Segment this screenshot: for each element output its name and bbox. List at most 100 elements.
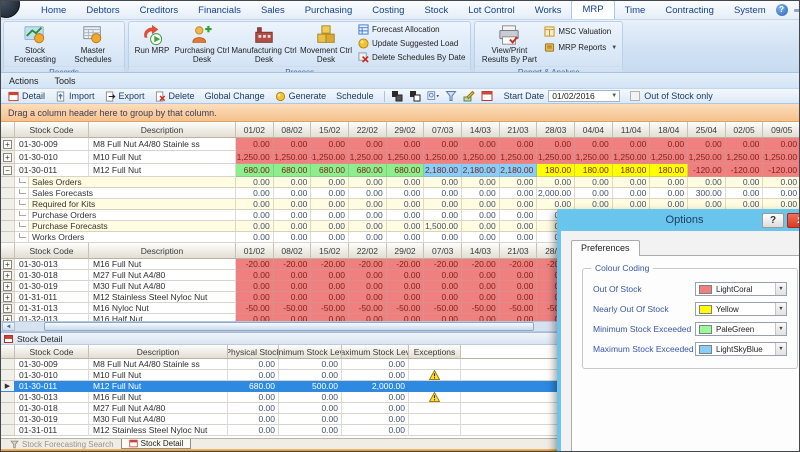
- value-cell[interactable]: 180.00: [575, 164, 613, 177]
- stock-detail-column-header[interactable]: Maximum Stock Level: [342, 345, 409, 359]
- description-cell[interactable]: M10 Full Nut: [89, 151, 236, 164]
- maximum-stock-cell[interactable]: 0.00: [342, 403, 409, 414]
- stock-code-cell[interactable]: 01-30-011: [15, 164, 89, 177]
- value-cell[interactable]: 0.00: [424, 270, 462, 281]
- child-value-cell[interactable]: 0.00: [462, 177, 500, 188]
- child-row-label[interactable]: Required for Kits: [29, 199, 236, 210]
- expand-icon[interactable]: +: [3, 153, 12, 162]
- ribbon-tab-costing[interactable]: Costing: [362, 2, 414, 19]
- value-cell[interactable]: 0.00: [236, 270, 274, 281]
- value-cell[interactable]: 0.00: [349, 138, 387, 151]
- date-column-header[interactable]: 29/02: [387, 243, 425, 259]
- schedule-button[interactable]: Schedule: [333, 91, 381, 101]
- expand-icon[interactable]: +: [3, 293, 12, 302]
- value-cell[interactable]: 0.00: [311, 292, 349, 303]
- value-cell[interactable]: 0.00: [500, 270, 538, 281]
- manufacturing-ctrl-desk-button[interactable]: Manufacturing Ctrl Desk: [231, 23, 297, 65]
- view-print-results-button[interactable]: View/Print Results By Part: [477, 23, 541, 65]
- description-cell[interactable]: M30 Full Nut A4/80: [89, 281, 236, 292]
- chevron-down-icon[interactable]: ▼: [775, 323, 786, 335]
- value-cell[interactable]: 0.00: [424, 292, 462, 303]
- grid-row[interactable]: +01-30-009M8 Full Nut A4/80 Stainle ss0.…: [1, 138, 800, 151]
- ribbon-tab-debtors[interactable]: Debtors: [76, 2, 129, 19]
- stock-code-cell[interactable]: 01-30-019: [15, 281, 89, 292]
- child-value-cell[interactable]: 0.00: [236, 210, 274, 221]
- row-indicator-gutter[interactable]: [1, 359, 15, 370]
- ribbon-tab-time[interactable]: Time: [615, 2, 656, 19]
- child-value-cell[interactable]: 0.00: [500, 210, 538, 221]
- date-column-header[interactable]: 15/02: [311, 243, 349, 259]
- child-value-cell[interactable]: 0.00: [349, 199, 387, 210]
- value-cell[interactable]: -20.00: [349, 259, 387, 270]
- options-dialog-titlebar[interactable]: Options ? x: [557, 209, 800, 231]
- value-cell[interactable]: 0.00: [387, 292, 425, 303]
- colour-combo[interactable]: LightCoral▼: [695, 282, 787, 296]
- value-cell[interactable]: -1,250.00: [349, 151, 387, 164]
- out-of-stock-only-checkbox[interactable]: [630, 91, 640, 101]
- value-cell[interactable]: 0.00: [462, 292, 500, 303]
- row-expand-gutter[interactable]: +: [1, 151, 15, 164]
- value-cell[interactable]: -1,250.00: [650, 151, 688, 164]
- export-button[interactable]: Export: [102, 91, 152, 102]
- row-expand-gutter[interactable]: +: [1, 259, 15, 270]
- stock-detail-column-header[interactable]: Description: [89, 345, 228, 359]
- date-column-header[interactable]: 08/02: [274, 122, 312, 138]
- description-cell[interactable]: M12 Stainless Steel Nyloc Nut: [89, 425, 228, 436]
- expand-icon[interactable]: +: [3, 271, 12, 280]
- value-cell[interactable]: 0.00: [236, 138, 274, 151]
- value-cell[interactable]: -50.00: [349, 303, 387, 314]
- value-cell[interactable]: 0.00: [726, 138, 764, 151]
- child-value-cell[interactable]: 0.00: [462, 210, 500, 221]
- chevron-down-icon[interactable]: ▼: [775, 303, 786, 315]
- child-value-cell[interactable]: 0.00: [349, 188, 387, 199]
- date-column-header[interactable]: 02/05: [726, 122, 764, 138]
- child-value-cell[interactable]: 0.00: [462, 232, 500, 243]
- child-value-cell[interactable]: 2,000.00: [537, 188, 575, 199]
- child-value-cell[interactable]: 0.00: [650, 177, 688, 188]
- description-cell[interactable]: M12 Full Nut: [89, 381, 228, 392]
- child-value-cell[interactable]: 0.00: [575, 177, 613, 188]
- stock-forecasting-button[interactable]: Stock Forecasting: [6, 23, 64, 65]
- value-cell[interactable]: -50.00: [236, 303, 274, 314]
- movement-ctrl-desk-button[interactable]: Movement Ctrl Desk: [297, 23, 355, 65]
- stock-detail-column-header[interactable]: Minimum Stock Level: [279, 345, 342, 359]
- exceptions-cell[interactable]: [409, 414, 461, 425]
- tab-preferences[interactable]: Preferences: [571, 240, 640, 256]
- child-value-cell[interactable]: 0.00: [349, 232, 387, 243]
- child-value-cell[interactable]: 0.00: [763, 188, 800, 199]
- child-value-cell[interactable]: 0.00: [387, 177, 425, 188]
- row-indicator-gutter[interactable]: [1, 403, 15, 414]
- ribbon-tab-sales[interactable]: Sales: [251, 2, 295, 19]
- value-cell[interactable]: -50.00: [387, 303, 425, 314]
- colour-combo[interactable]: PaleGreen▼: [695, 322, 787, 336]
- menu-actions[interactable]: Actions: [1, 76, 47, 86]
- detail-button[interactable]: Detail: [5, 91, 52, 102]
- child-value-cell[interactable]: 0.00: [726, 177, 764, 188]
- generate-button[interactable]: Generate: [272, 91, 334, 102]
- ribbon-tab-home[interactable]: Home: [31, 2, 76, 19]
- stock-code-cell[interactable]: 01-30-010: [15, 370, 89, 381]
- value-cell[interactable]: -20.00: [274, 259, 312, 270]
- maximum-stock-cell[interactable]: 0.00: [342, 414, 409, 425]
- start-date-combo[interactable]: 01/02/2016 ▼: [548, 90, 620, 102]
- value-cell[interactable]: -1,250.00: [726, 151, 764, 164]
- date-column-header[interactable]: 07/03: [424, 243, 462, 259]
- expand-icon[interactable]: +: [3, 140, 12, 149]
- value-cell[interactable]: 0.00: [349, 270, 387, 281]
- description-cell[interactable]: M8 Full Nut A4/80 Stainle ss: [89, 138, 236, 151]
- value-cell[interactable]: 0.00: [311, 281, 349, 292]
- maximum-stock-cell[interactable]: 0.00: [342, 392, 409, 403]
- value-cell[interactable]: 0.00: [274, 270, 312, 281]
- preview-dropdown-icon[interactable]: [424, 90, 442, 102]
- exceptions-cell[interactable]: [409, 392, 461, 403]
- child-value-cell[interactable]: 0.00: [462, 188, 500, 199]
- value-cell[interactable]: 0.00: [462, 281, 500, 292]
- delete-schedules-by-date-button[interactable]: Delete Schedules By Date: [358, 52, 465, 63]
- help-icon[interactable]: ?: [776, 4, 788, 16]
- value-cell[interactable]: 180.00: [613, 164, 651, 177]
- grid-window-icon[interactable]: [478, 90, 496, 102]
- value-cell[interactable]: -20.00: [500, 259, 538, 270]
- child-value-cell[interactable]: 0.00: [424, 177, 462, 188]
- child-value-cell[interactable]: 0.00: [387, 199, 425, 210]
- tab-stock-forecasting-search[interactable]: Stock Forecasting Search: [3, 439, 121, 449]
